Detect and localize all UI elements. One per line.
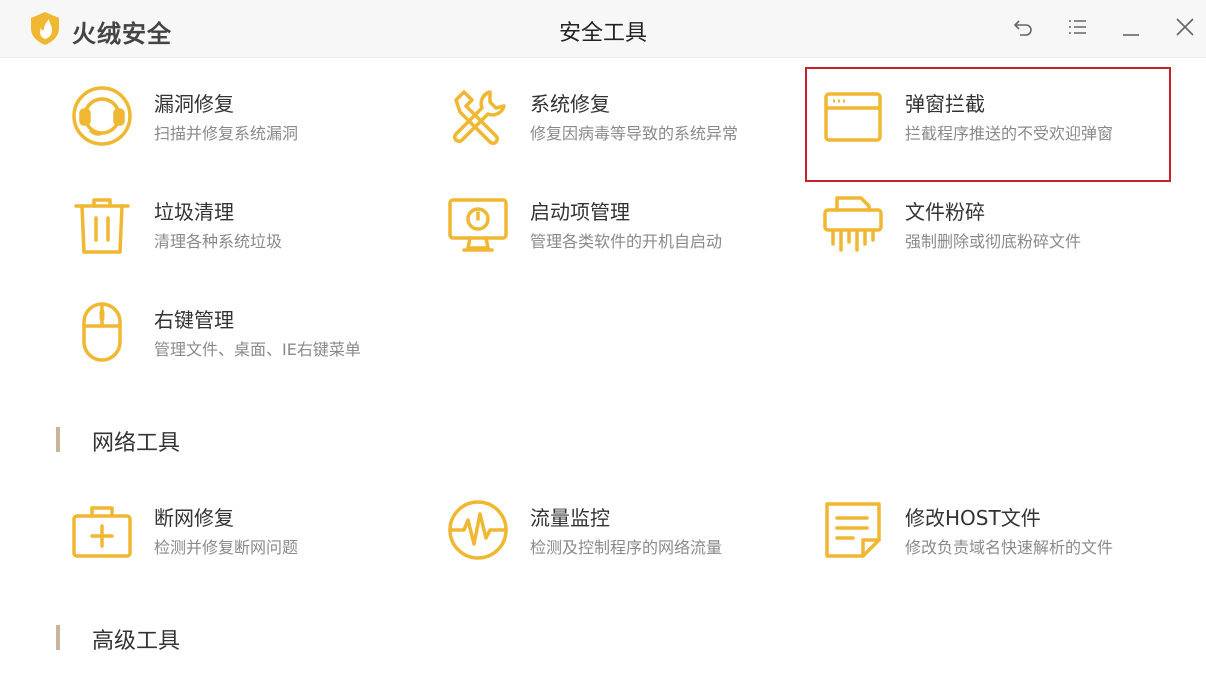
tool-title: 修改HOST文件 <box>905 506 1041 530</box>
tool-description: 清理各种系统垃圾 <box>154 232 283 251</box>
pulse-icon <box>446 500 510 564</box>
section-title: 网络工具 <box>92 431 181 456</box>
tool-title: 垃圾清理 <box>154 200 234 224</box>
tool-title: 启动项管理 <box>530 200 630 224</box>
tool-description: 扫描并修复系统漏洞 <box>154 124 299 143</box>
tool-junk-cleanup[interactable]: 垃圾清理 清理各种系统垃圾 <box>70 194 410 284</box>
tool-description: 检测及控制程序的网络流量 <box>530 538 723 557</box>
tool-file-shredder[interactable]: 文件粉碎 强制删除或彻底粉碎文件 <box>821 194 1161 284</box>
tool-edit-hosts-file[interactable]: 修改HOST文件 修改负责域名快速解析的文件 <box>821 500 1161 590</box>
section-bar <box>56 427 60 452</box>
medkit-icon <box>70 500 134 564</box>
tool-vulnerability-repair[interactable]: 漏洞修复 扫描并修复系统漏洞 <box>70 86 410 176</box>
tool-description: 修改负责域名快速解析的文件 <box>905 538 1114 557</box>
tools-icon <box>446 86 510 150</box>
minimize-icon[interactable] <box>1119 15 1143 39</box>
tool-title: 漏洞修复 <box>154 92 234 116</box>
tool-description: 管理各类软件的开机自启动 <box>530 232 723 251</box>
mouse-icon <box>70 302 134 366</box>
tool-title: 流量监控 <box>530 506 610 530</box>
tool-network-repair[interactable]: 断网修复 检测并修复断网问题 <box>70 500 410 590</box>
tool-title: 右键管理 <box>154 308 234 332</box>
lifebuoy-icon <box>70 86 134 150</box>
tool-title: 系统修复 <box>530 92 610 116</box>
window-icon <box>821 86 885 150</box>
tool-title: 文件粉碎 <box>905 200 985 224</box>
tool-description: 检测并修复断网问题 <box>154 538 299 557</box>
tool-description: 强制删除或彻底粉碎文件 <box>905 232 1082 251</box>
tool-title: 断网修复 <box>154 506 234 530</box>
tool-popup-blocker[interactable]: 弹窗拦截 拦截程序推送的不受欢迎弹窗 <box>821 86 1161 176</box>
document-icon <box>821 500 885 564</box>
tool-startup-manager[interactable]: 启动项管理 管理各类软件的开机自启动 <box>446 194 786 284</box>
tool-system-repair[interactable]: 系统修复 修复因病毒等导致的系统异常 <box>446 86 786 176</box>
tool-description: 管理文件、桌面、IE右键菜单 <box>154 340 361 359</box>
section-bar <box>56 625 60 650</box>
tool-description: 修复因病毒等导致的系统异常 <box>530 124 739 143</box>
back-icon[interactable] <box>1011 15 1035 39</box>
menu-icon[interactable] <box>1065 15 1089 39</box>
close-icon[interactable] <box>1173 15 1197 39</box>
trash-icon <box>70 194 134 258</box>
tool-title: 弹窗拦截 <box>905 92 985 116</box>
tool-traffic-monitor[interactable]: 流量监控 检测及控制程序的网络流量 <box>446 500 786 590</box>
section-title: 高级工具 <box>92 629 181 654</box>
title-bar: 火绒安全 安全工具 <box>0 0 1206 58</box>
monitor-icon <box>446 194 510 258</box>
tool-description: 拦截程序推送的不受欢迎弹窗 <box>905 124 1114 143</box>
shredder-icon <box>821 194 885 258</box>
tool-context-menu-manager[interactable]: 右键管理 管理文件、桌面、IE右键菜单 <box>70 302 410 392</box>
